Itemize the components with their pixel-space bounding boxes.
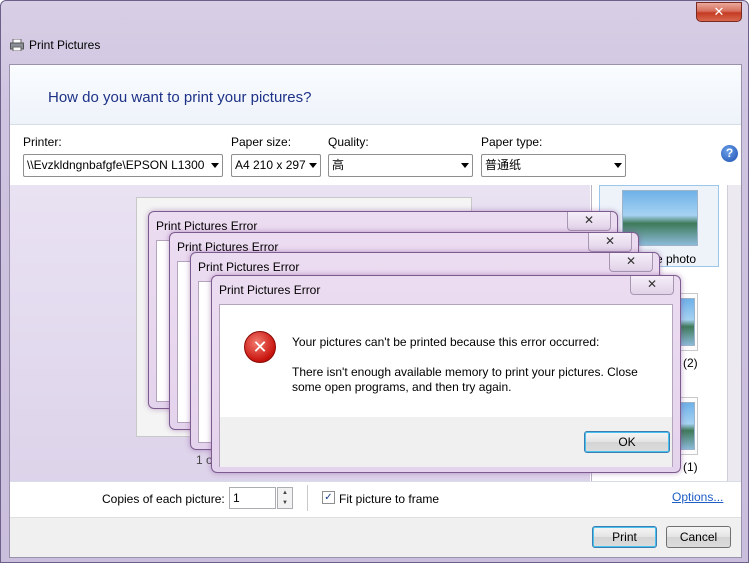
print-button[interactable]: Print xyxy=(592,526,657,548)
cancel-button[interactable]: Cancel xyxy=(666,526,731,548)
quality-value: 高 xyxy=(332,158,345,172)
chevron-down-icon xyxy=(211,163,219,168)
printer-icon xyxy=(10,39,24,51)
paper-size-label: Paper size: xyxy=(231,135,292,149)
spin-down-icon[interactable]: ▼ xyxy=(278,498,292,508)
fit-picture-label[interactable]: Fit picture to frame xyxy=(339,492,439,506)
copies-input[interactable]: 1 xyxy=(229,487,276,509)
paper-size-select[interactable]: A4 210 x 297 xyxy=(231,154,321,177)
error-dialog-title: Print Pictures Error xyxy=(198,260,300,274)
error-close-button[interactable]: ✕ xyxy=(567,212,611,231)
paper-type-select[interactable]: 普通纸 xyxy=(481,154,626,177)
layout-label: e photo xyxy=(656,252,697,266)
quality-select[interactable]: 高 xyxy=(328,154,473,177)
options-link[interactable]: Options... xyxy=(672,490,723,504)
chevron-down-icon xyxy=(309,163,317,168)
fit-picture-checkbox[interactable]: ✓ xyxy=(322,491,335,504)
paper-type-label: Paper type: xyxy=(481,135,543,149)
error-message-detail: There isn't enough available memory to p… xyxy=(292,365,638,394)
chevron-down-icon xyxy=(461,163,469,168)
chevron-down-icon xyxy=(614,163,622,168)
error-dialog-body: ✕ Your pictures can't be printed because… xyxy=(219,304,673,467)
ok-button[interactable]: OK xyxy=(584,431,670,453)
error-dialog-title: Print Pictures Error xyxy=(156,219,258,233)
separator xyxy=(307,485,308,511)
error-close-button[interactable]: ✕ xyxy=(588,233,632,252)
page-heading: How do you want to print your pictures? xyxy=(48,89,312,106)
error-close-button[interactable]: ✕ xyxy=(630,276,674,295)
print-pictures-window: Print Pictures ✕ How do you want to prin… xyxy=(0,0,749,563)
quality-label: Quality: xyxy=(328,135,369,149)
layout-scrollbar[interactable] xyxy=(727,185,741,481)
copies-stepper[interactable]: ▲ ▼ xyxy=(277,487,293,509)
printer-label: Printer: xyxy=(23,135,62,149)
error-dialog-4: Print Pictures Error ✕ ✕ Your pictures c… xyxy=(211,275,681,473)
header-band: How do you want to print your pictures? xyxy=(10,65,741,125)
help-icon[interactable]: ? xyxy=(721,145,738,162)
error-icon: ✕ xyxy=(244,331,276,363)
paper-size-value: A4 210 x 297 xyxy=(235,158,306,172)
close-button[interactable]: ✕ xyxy=(696,2,742,22)
error-message-primary: Your pictures can't be printed because t… xyxy=(292,335,600,349)
error-close-button[interactable]: ✕ xyxy=(609,253,653,272)
paper-type-value: 普通纸 xyxy=(485,158,522,172)
printer-value: \\Evzkldngnbafgfe\EPSON L1300 xyxy=(27,158,205,172)
spin-up-icon[interactable]: ▲ xyxy=(278,488,292,498)
copies-label: Copies of each picture: xyxy=(102,492,225,506)
title-bar: Print Pictures ✕ xyxy=(1,1,748,61)
window-title: Print Pictures xyxy=(29,38,101,52)
printer-select[interactable]: \\Evzkldngnbafgfe\EPSON L1300 xyxy=(23,154,223,177)
layout-label: (1) xyxy=(683,460,698,474)
error-dialog-title: Print Pictures Error xyxy=(219,283,321,297)
layout-label: (2) xyxy=(683,356,698,370)
